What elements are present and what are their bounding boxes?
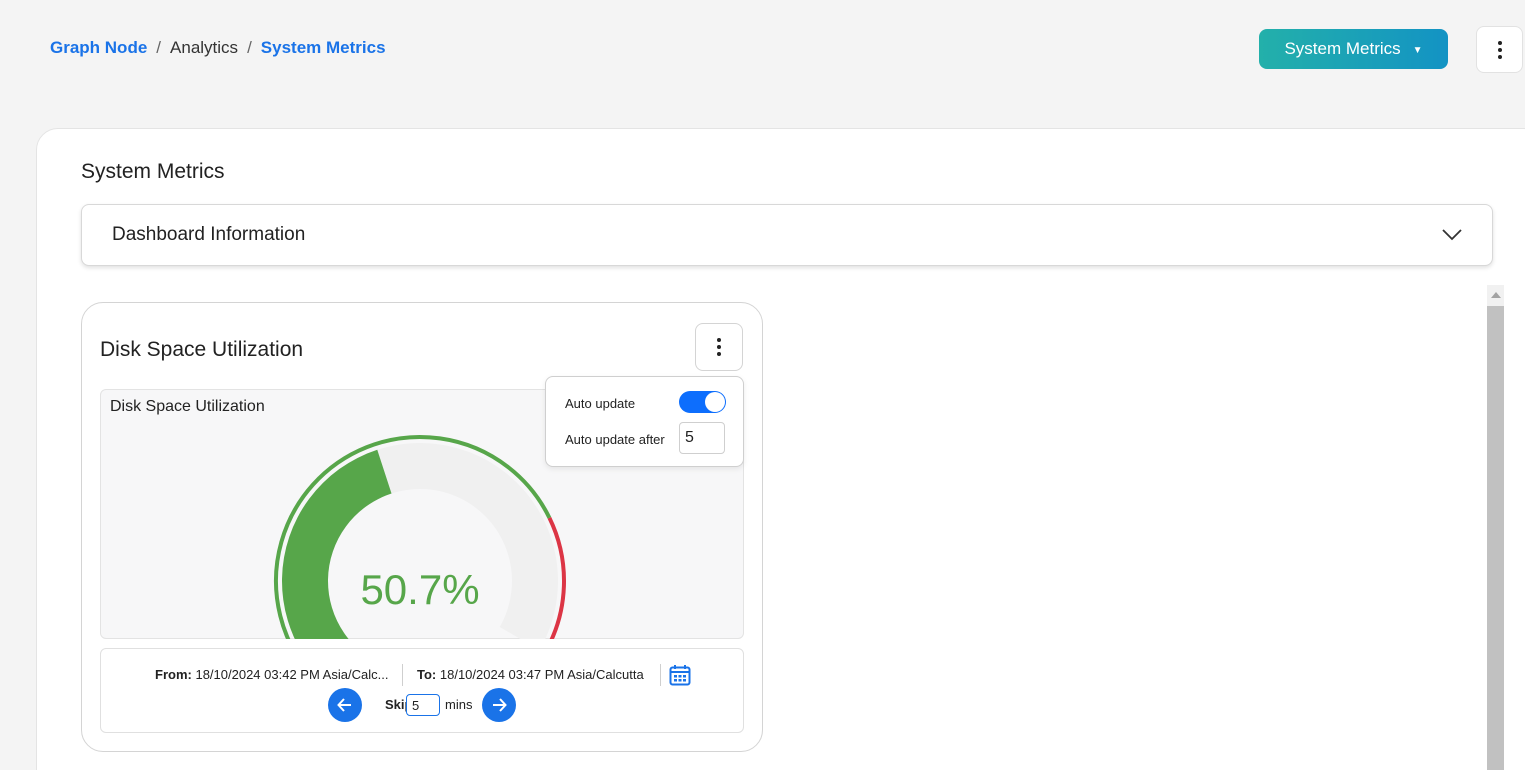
auto-update-interval-input[interactable] <box>679 422 725 454</box>
chevron-down-icon <box>1442 229 1462 241</box>
page-menu-button[interactable] <box>1476 26 1523 73</box>
to-value: 18/10/2024 03:47 PM Asia/Calcutta <box>439 667 644 682</box>
skip-unit-label: mins <box>445 697 473 712</box>
auto-update-interval-label: Auto update after <box>565 432 665 447</box>
kebab-vertical-icon <box>1497 40 1502 59</box>
vertical-scrollbar[interactable] <box>1487 285 1504 770</box>
dashboard-information-accordion[interactable]: Dashboard Information <box>81 204 1493 266</box>
scrollbar-thumb[interactable] <box>1487 306 1504 770</box>
breadcrumb-analytics: Analytics <box>170 38 239 57</box>
breadcrumb-system-metrics[interactable]: System Metrics <box>261 38 386 58</box>
toggle-knob <box>705 392 725 412</box>
gauge-value-label: 50.7% <box>360 566 480 613</box>
caret-down-icon: ▼ <box>1412 44 1423 56</box>
breadcrumb-separator: / <box>247 38 252 57</box>
breadcrumb-separator: / <box>156 38 162 57</box>
kebab-vertical-icon <box>717 338 721 356</box>
scroll-up-arrow-icon[interactable] <box>1487 285 1504 305</box>
next-range-button[interactable] <box>482 688 516 722</box>
breadcrumb-graph-node[interactable]: Graph Node <box>50 38 147 58</box>
dashboard-select-label: System Metrics <box>1284 39 1401 58</box>
breadcrumb: Graph Node / Analytics / System Metrics <box>50 38 386 58</box>
dashboard-select-button[interactable]: System Metrics ▼ <box>1259 29 1448 69</box>
range-divider <box>660 664 661 686</box>
accordion-title: Dashboard Information <box>112 224 306 245</box>
arrow-left-icon <box>337 698 351 712</box>
previous-range-button[interactable] <box>328 688 362 722</box>
auto-update-toggle[interactable] <box>679 391 726 413</box>
skip-input[interactable] <box>406 694 440 716</box>
time-range-panel <box>100 648 744 733</box>
from-value: 18/10/2024 03:42 PM Asia/Calc... <box>195 667 389 682</box>
to-label: To: <box>417 667 437 682</box>
auto-update-label: Auto update <box>565 396 636 411</box>
to-range: To: 18/10/2024 03:47 PM Asia/Calcutta <box>417 667 644 682</box>
arrow-right-icon <box>493 698 507 712</box>
widget-menu-button[interactable] <box>695 323 743 371</box>
from-range: From: 18/10/2024 03:42 PM Asia/Calc... <box>155 667 388 682</box>
calendar-icon[interactable] <box>669 664 691 686</box>
from-label: From: <box>155 667 192 682</box>
page-title: System Metrics <box>81 160 225 183</box>
range-divider <box>402 664 403 686</box>
widget-title: Disk Space Utilization <box>100 338 304 361</box>
